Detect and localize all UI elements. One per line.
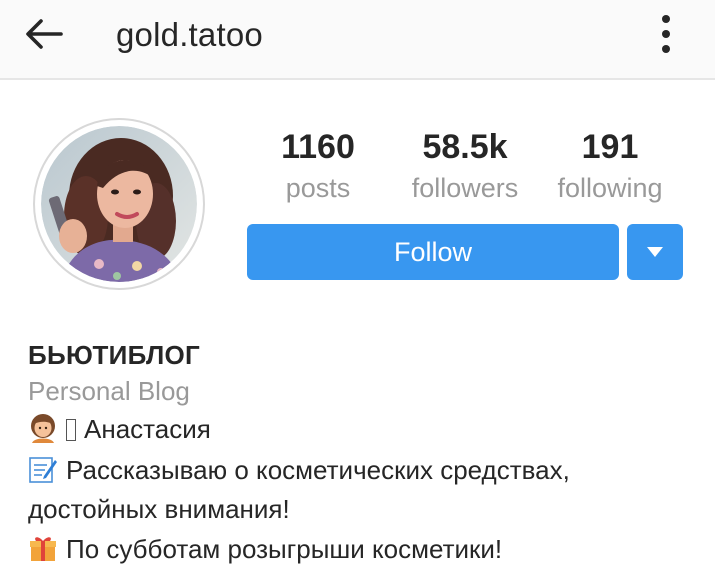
- profile-avatar: [41, 126, 197, 282]
- profile-display-name: БЬЮТИБЛОГ: [28, 340, 201, 370]
- bio-line: По субботам розыгрыши косметики!: [28, 530, 502, 568]
- suggested-dropdown-button[interactable]: [627, 224, 683, 280]
- stat-posts[interactable]: 1160 posts: [268, 126, 368, 206]
- stat-followers[interactable]: 58.5k followers: [398, 126, 532, 206]
- profile-category: Personal Blog: [28, 376, 190, 406]
- memo-emoji-icon: [29, 457, 57, 483]
- bio-line-text: Анастасия: [84, 414, 211, 444]
- gift-emoji-icon: [30, 537, 56, 561]
- bio-line-text: Рассказываю о косметических средствах,: [66, 455, 570, 485]
- app-header: gold.tatoo: [0, 0, 715, 80]
- following-count: 191: [581, 128, 639, 166]
- posts-count: 1160: [281, 128, 355, 166]
- followers-count: 58.5k: [422, 128, 508, 166]
- profile-username: gold.tatoo: [116, 16, 263, 53]
- arrow-left-icon: [26, 19, 63, 49]
- follow-button[interactable]: Follow: [247, 224, 619, 280]
- unrendered-glyph: [66, 419, 76, 441]
- back-button[interactable]: [20, 14, 68, 54]
- profile-avatar-ring[interactable]: [33, 118, 205, 290]
- bio-line-text: По субботам розыгрыши косметики!: [66, 534, 503, 564]
- more-vertical-icon: [662, 15, 670, 53]
- bio-line: достойных внимания!: [28, 490, 290, 528]
- following-label: following: [557, 173, 663, 203]
- more-options-button[interactable]: [648, 10, 684, 58]
- stat-following[interactable]: 191 following: [548, 126, 672, 206]
- followers-label: followers: [411, 173, 519, 203]
- bio-line: Рассказываю о косметических средствах,: [28, 451, 570, 489]
- woman-emoji-icon: [31, 414, 55, 443]
- caret-down-icon: [647, 247, 663, 257]
- bio-line: Анастасия: [28, 410, 211, 448]
- bio-line-text: достойных внимания!: [28, 494, 290, 524]
- posts-label: posts: [285, 173, 351, 203]
